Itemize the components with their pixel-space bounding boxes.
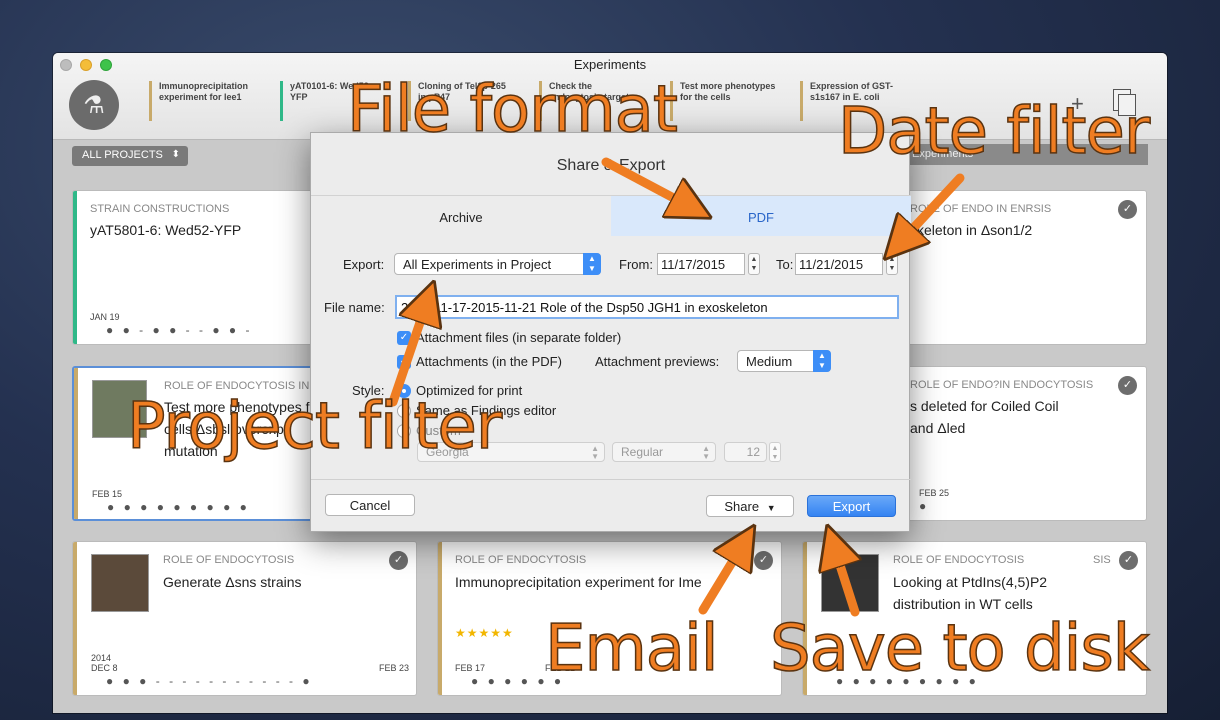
annotation-date-filter: Date filter [837, 95, 1151, 169]
experiment-card-6[interactable]: ROLE OF ENDO IN ENRSIS skeleton in Δson1… [887, 190, 1147, 345]
card-stripe [73, 191, 77, 344]
share-button-label: Share [724, 499, 760, 514]
dialog-title: Share & Export [556, 157, 666, 174]
card-date: FEB 25 [919, 488, 950, 498]
annotation-save-to-disk: Save to disk [769, 612, 1150, 686]
attachments-pdf-label: Attachments (in the PDF) [416, 354, 562, 369]
card-project-label: ROLE OF ENDOCYTOSIS [163, 554, 295, 566]
card-stripe [438, 542, 442, 695]
card-project-label: ROLE OF ENDOCYTOSIS [893, 554, 1025, 566]
top-tab-1-line-1: Immunoprecipitation [159, 81, 249, 91]
chevron-updown-icon: ▲ ▼ [813, 350, 831, 372]
chevron-updown-icon: ▲ ▼ [583, 253, 601, 275]
experiment-card-1[interactable]: STRAIN CONSTRUCTIONS yAT5801-6: Wed52-YF… [72, 190, 332, 345]
card-date: JAN 19 [90, 312, 120, 322]
completed-check-icon[interactable]: ✓ [1119, 551, 1138, 570]
attachment-files-checkbox[interactable]: ✓ [397, 331, 411, 345]
font-size-field[interactable]: 12 [724, 442, 767, 462]
experiment-card-7[interactable]: ROLE OF ENDO?IN ENDOCYTOSIS s deleted fo… [887, 366, 1147, 521]
chevron-updown-icon: ▲ ▼ [591, 444, 599, 461]
font-size-stepper[interactable]: ▲ ▼ [769, 442, 781, 462]
card-timeline-dots: ● ● - ● ● - - ● ● - [106, 323, 253, 337]
file-name-input[interactable]: 2015-11-17-2015-11-21 Role of the Dsp50 … [395, 295, 899, 319]
window-title: Experiments [573, 57, 647, 72]
top-tab-1[interactable]: Immunoprecipitation experiment for lee1 [149, 81, 274, 121]
rating-stars[interactable]: ★★★★★ [455, 626, 514, 640]
card-timeline-dots: ● ● ● ● ● ● ● ● ● [107, 500, 250, 514]
top-tab-6-line-1: Expression of GST- [810, 81, 894, 91]
card-project-label: ROLE OF ENDO?IN ENDOCYTOSIS [910, 379, 1094, 391]
top-tab-1-line-2: experiment for lee1 [159, 92, 242, 102]
card-year: 2014 [91, 653, 112, 663]
top-tab-5[interactable]: Test more phenotypes for the cells [670, 81, 795, 121]
project-filter-button[interactable]: ALL PROJECTS ⬍ [72, 146, 188, 166]
card-project-label-right: SIS [1093, 554, 1111, 566]
experiment-card-3[interactable]: ROLE OF ENDOCYTOSIS Generate Δsns strain… [72, 541, 417, 696]
from-date-stepper[interactable]: ▲ ▼ [748, 253, 760, 275]
format-segmented-control: Archive PDF [311, 195, 911, 236]
attachments-pdf-checkbox[interactable]: ✓ [397, 355, 411, 369]
card-thumbnail [821, 554, 879, 612]
completed-check-icon[interactable]: ✓ [389, 551, 408, 570]
completed-check-icon[interactable]: ✓ [1118, 376, 1137, 395]
card-title-line-1: Looking at PtdIns(4,5)P2 [893, 574, 1048, 590]
card-title: s deleted for Coiled Coil and Δled [910, 395, 1059, 439]
card-title: Looking at PtdIns(4,5)P2 distribution in… [893, 571, 1047, 615]
card-title-line-2: and Δled [910, 420, 966, 436]
card-stripe [73, 542, 77, 695]
flask-logo-icon[interactable]: ⚗ [69, 80, 119, 130]
export-scope-select[interactable]: All Experiments in Project ▲ ▼ [394, 253, 601, 275]
from-label: From: [619, 257, 653, 272]
top-tab-5-line-2: for the cells [680, 92, 731, 102]
export-button[interactable]: Export [807, 495, 896, 517]
annotation-file-format: File format [346, 73, 678, 147]
to-date-stepper[interactable]: ▲ ▼ [886, 253, 898, 275]
card-date: FEB 15 [92, 489, 123, 499]
card-date: FEB 17 [455, 663, 486, 673]
card-title: Generate Δsns strains [163, 574, 302, 590]
card-date: DEC 8 [91, 663, 118, 673]
attachment-previews-label: Attachment previews: [595, 354, 720, 369]
chevron-updown-icon: ⬍ [171, 149, 180, 160]
to-date-field[interactable]: 11/21/2015 [795, 253, 883, 275]
share-export-dialog: Share & Export Archive PDF Export: All E… [310, 132, 911, 532]
font-weight-select[interactable]: Regular ▲ ▼ [612, 442, 716, 462]
export-label: Export: [343, 257, 385, 272]
card-thumbnail [91, 554, 149, 612]
attachment-files-label: Attachment files (in separate folder) [416, 330, 622, 345]
card-project-label: STRAIN CONSTRUCTIONS [90, 203, 230, 215]
tab-pdf[interactable]: PDF [611, 196, 911, 236]
attachment-previews-value: Medium [746, 354, 793, 369]
card-title: skeleton in Δson1/2 [910, 222, 1033, 238]
card-project-label: ROLE OF ENDOCYTOSIS [455, 554, 587, 566]
completed-check-icon[interactable]: ✓ [1118, 200, 1137, 219]
annotation-project-filter: Project filter [126, 390, 503, 464]
card-end-date: FEB 23 [379, 663, 410, 673]
card-timeline-dots: ● [919, 499, 930, 513]
card-title: yAT5801-6: Wed52-YFP [90, 222, 242, 238]
annotation-email: Email [544, 612, 719, 686]
font-size-value: 12 [746, 445, 760, 459]
chevron-updown-icon: ▲ ▼ [702, 444, 710, 461]
export-scope-value: All Experiments in Project [403, 257, 552, 272]
tab-archive[interactable]: Archive [311, 196, 611, 236]
to-label: To: [776, 257, 794, 272]
share-button[interactable]: Share ▼ [706, 495, 794, 517]
card-stripe [74, 368, 78, 519]
dialog-separator [311, 479, 911, 480]
file-name-label: File name: [324, 300, 385, 315]
card-project-label: ROLE OF ENDO IN ENRSIS [910, 203, 1052, 215]
completed-check-icon[interactable]: ✓ [754, 551, 773, 570]
top-tab-5-line-1: Test more phenotypes [680, 81, 776, 91]
font-weight-value: Regular [621, 445, 664, 459]
card-timeline-dots: ● ● ● - - - - - - - - - - - ● [106, 674, 313, 688]
card-title: Immunoprecipitation experiment for Ime [455, 574, 702, 590]
card-title-line-1: s deleted for Coiled Coil [910, 398, 1059, 414]
cancel-button[interactable]: Cancel [325, 494, 415, 516]
project-filter-label: ALL PROJECTS [82, 149, 163, 161]
attachment-previews-select[interactable]: Medium ▲ ▼ [737, 350, 831, 372]
from-date-field[interactable]: 11/17/2015 [657, 253, 745, 275]
chevron-down-icon: ▼ [766, 503, 776, 513]
